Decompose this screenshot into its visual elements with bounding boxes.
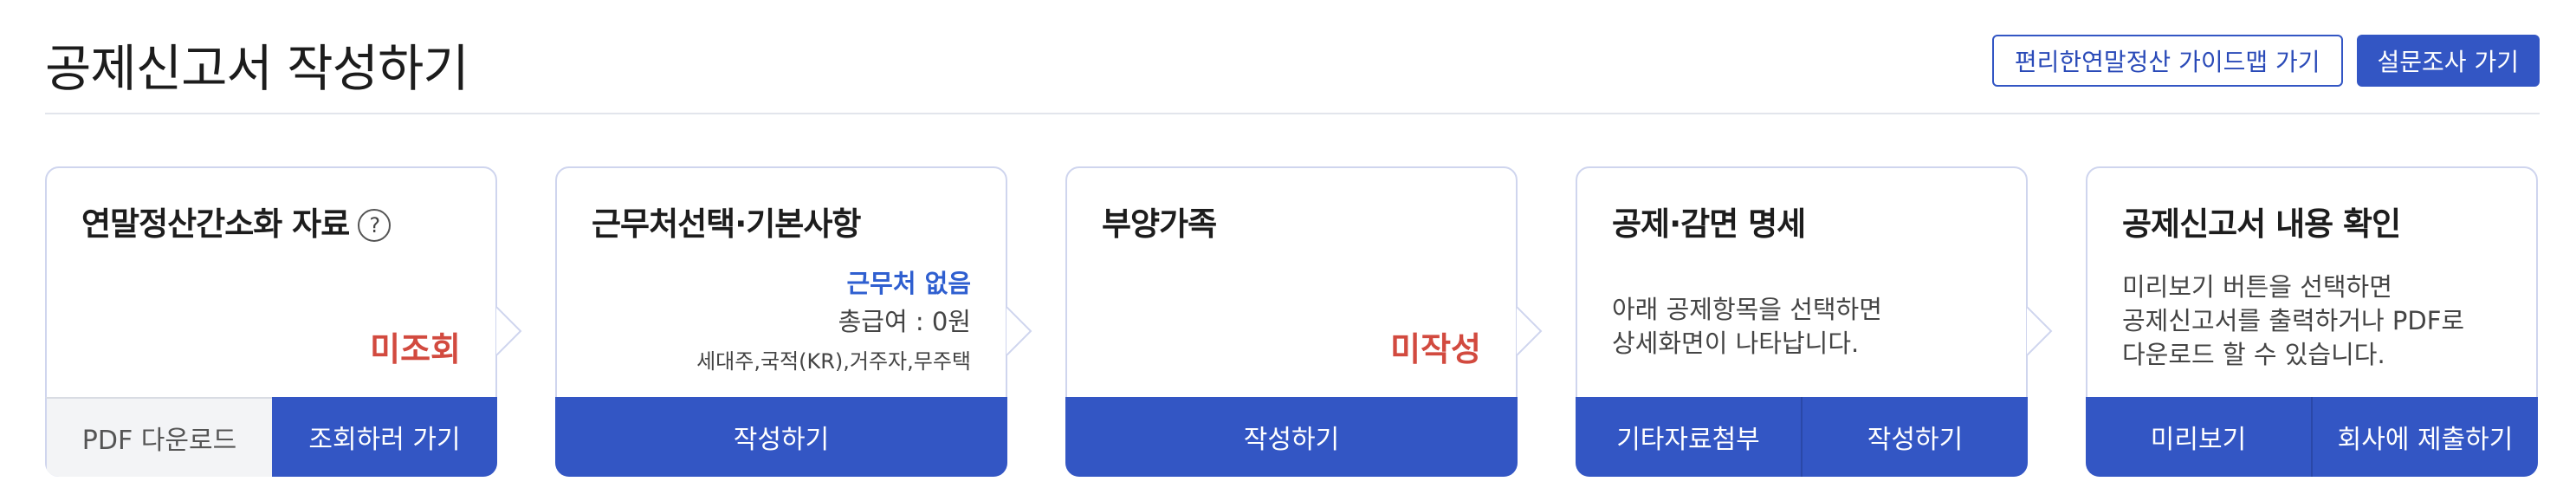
total-pay: 총급여 : 0원 (838, 307, 971, 336)
description-line: 미리보기 버튼을 선택하면 (2122, 272, 2392, 302)
survey-button[interactable]: 설문조사 가기 (2356, 35, 2540, 87)
pdf-download-button[interactable]: PDF 다운로드 (45, 397, 272, 477)
card-deduction-details: 공제·감면 명세 아래 공제항목을 선택하면 상세화면이 나타납니다. 기타자료… (1576, 166, 2053, 477)
page-title: 공제신고서 작성하기 (45, 39, 469, 98)
card-title-text: 연말정산간소화 자료 (81, 205, 350, 243)
card-footer: 미리보기 회사에 제출하기 (2086, 397, 2538, 477)
write-button[interactable]: 작성하기 (1065, 397, 1518, 477)
card-simplified-data: 연말정산간소화 자료? 미조회 PDF 다운로드 조회하러 가기 (45, 166, 522, 477)
card-footer: 작성하기 (1065, 397, 1518, 477)
submit-to-company-button[interactable]: 회사에 제출하기 (2311, 397, 2538, 477)
household-details: 세대주,국적(KR),거주자,무주택 (696, 349, 971, 374)
card-title: 연말정산간소화 자료? (81, 198, 392, 244)
header: 공제신고서 작성하기 편리한연말정산 가이드맵 가기 설문조사 가기 (45, 0, 2540, 114)
step-arrow-icon (2027, 307, 2053, 355)
write-button[interactable]: 작성하기 (1801, 397, 2028, 477)
card-confirm-report: 공제신고서 내용 확인 미리보기 버튼을 선택하면 공제신고서를 출력하거나 P… (2086, 166, 2538, 477)
card-workplace-basic: 근무처선택·기본사항 근무처 없음 총급여 : 0원 세대주,국적(KR),거주… (555, 166, 1032, 477)
description-line: 공제신고서를 출력하거나 PDF로 (2122, 306, 2465, 335)
attach-other-docs-button[interactable]: 기타자료첨부 (1576, 397, 1801, 477)
guide-map-button[interactable]: 편리한연말정산 가이드맵 가기 (1991, 35, 2343, 87)
description-line: 다운로드 할 수 있습니다. (2122, 340, 2385, 369)
page: 공제신고서 작성하기 편리한연말정산 가이드맵 가기 설문조사 가기 연말정산간… (0, 0, 2576, 501)
write-button[interactable]: 작성하기 (555, 397, 1007, 477)
step-arrow-icon (496, 307, 522, 355)
card-title: 공제·감면 명세 (1612, 205, 1806, 243)
preview-button[interactable]: 미리보기 (2086, 397, 2311, 477)
card-title: 근무처선택·기본사항 (592, 205, 861, 243)
step-cards: 연말정산간소화 자료? 미조회 PDF 다운로드 조회하러 가기 근무처선택·기… (45, 166, 2540, 477)
card-title: 부양가족 (1102, 205, 1217, 243)
card-footer: 기타자료첨부 작성하기 (1576, 397, 2028, 477)
card-title: 공제신고서 내용 확인 (2122, 205, 2401, 243)
go-view-button[interactable]: 조회하러 가기 (272, 397, 497, 477)
description-line: 상세화면이 나타납니다. (1612, 329, 1860, 358)
card-footer: 작성하기 (555, 397, 1007, 477)
card-footer: PDF 다운로드 조회하러 가기 (45, 397, 497, 477)
status-not-viewed: 미조회 (370, 330, 461, 368)
step-arrow-icon (1517, 307, 1543, 355)
step-arrow-icon (1006, 307, 1032, 355)
help-icon[interactable]: ? (358, 209, 392, 242)
status-not-written: 미작성 (1390, 330, 1481, 368)
workplace-status: 근무처 없음 (846, 269, 972, 298)
description-line: 아래 공제항목을 선택하면 (1612, 295, 1882, 324)
card-dependents: 부양가족 미작성 작성하기 (1065, 166, 1543, 477)
header-actions: 편리한연말정산 가이드맵 가기 설문조사 가기 (1991, 35, 2540, 87)
